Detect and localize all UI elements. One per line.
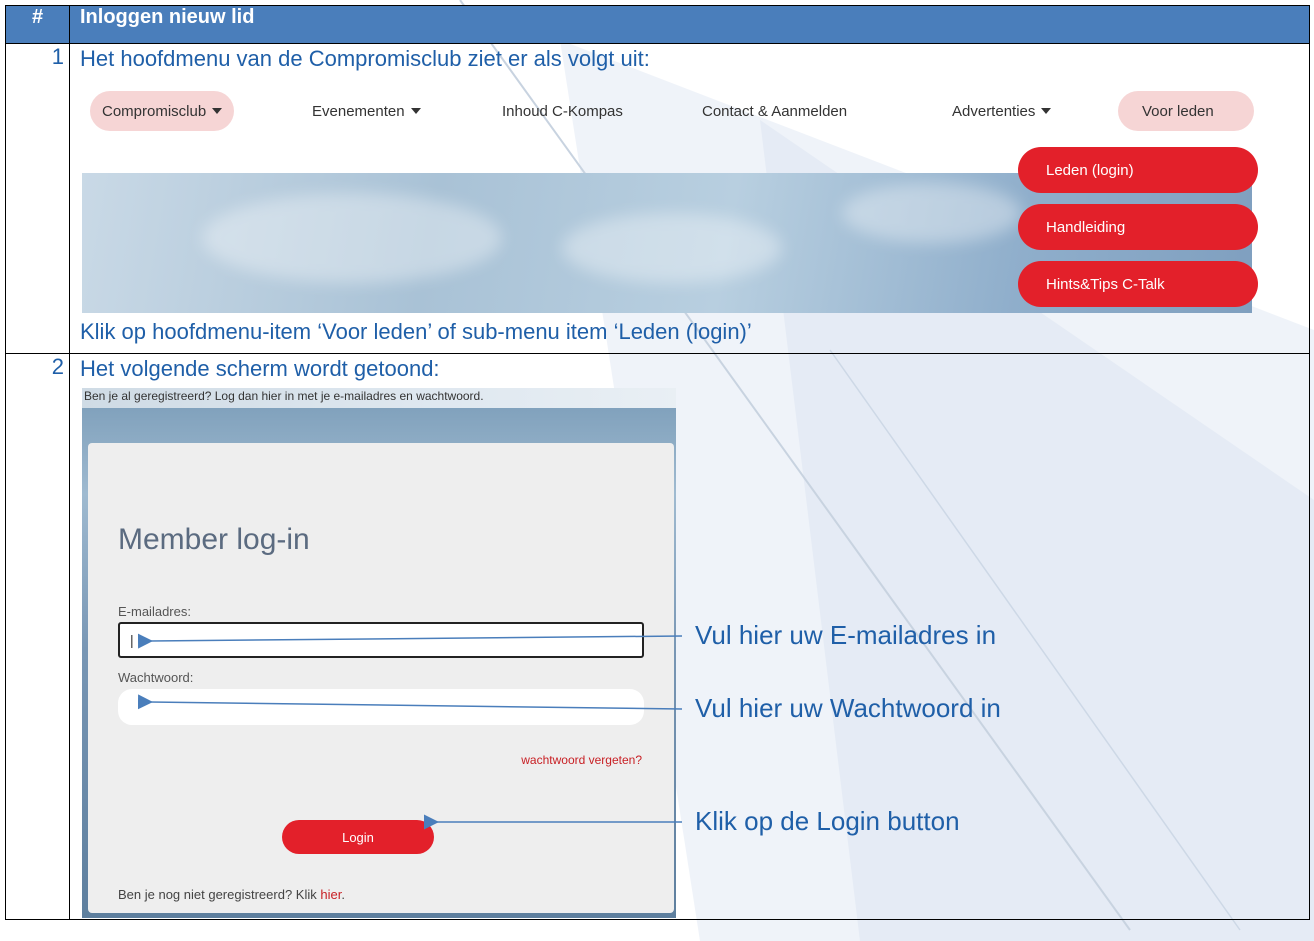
menu-item-label: Inhoud C-Kompas xyxy=(502,102,623,120)
step-row-2: 2 Het volgende scherm wordt getoond: Ben… xyxy=(5,353,1310,920)
step-content: Het hoofdmenu van de Compromisclub ziet … xyxy=(69,43,1310,354)
arrow-email xyxy=(137,633,683,649)
menu-item-inhoud-c-kompas[interactable]: Inhoud C-Kompas xyxy=(490,91,635,131)
annotation-arrows xyxy=(137,633,683,830)
menu-item-label: Evenementen xyxy=(312,102,405,120)
header-number-cell: # xyxy=(5,5,70,44)
menu-item-advertenties[interactable]: Advertenties xyxy=(940,91,1063,131)
step-content: Het volgende scherm wordt getoond: Ben j… xyxy=(69,353,1310,920)
step-number: 2 xyxy=(5,353,70,920)
step-caption: Klik op hoofdmenu-item ‘Voor leden’ of s… xyxy=(80,319,752,344)
submenu-item-leden-login[interactable]: Leden (login) xyxy=(1018,147,1258,193)
step-number: 1 xyxy=(5,43,70,354)
menu-item-compromisclub[interactable]: Compromisclub xyxy=(90,91,235,131)
menu-item-label: Advertenties xyxy=(952,102,1036,120)
menu-item-contact-aanmelden[interactable]: Contact & Aanmelden xyxy=(690,91,859,131)
arrow-password xyxy=(137,694,683,710)
caret-down-icon xyxy=(410,108,421,114)
instruction-table: # Inloggen nieuw lid 1 Het hoofdmenu van… xyxy=(5,5,1310,920)
annotation-email: Vul hier uw E-mailadres in xyxy=(695,620,997,650)
step-row-1: 1 Het hoofdmenu van de Compromisclub zie… xyxy=(5,43,1310,354)
menu-item-evenementen[interactable]: Evenementen xyxy=(300,91,433,131)
menu-item-voor-leden[interactable]: Voor leden xyxy=(1118,91,1254,131)
step-intro: Het hoofdmenu van de Compromisclub ziet … xyxy=(80,46,650,71)
submenu-item-handleiding[interactable]: Handleiding xyxy=(1018,204,1258,250)
menu-item-label: Voor leden xyxy=(1142,102,1214,120)
table-header-row: # Inloggen nieuw lid xyxy=(5,5,1310,44)
voor-leden-submenu: Leden (login) Handleiding Hints&Tips C-T… xyxy=(1018,147,1258,318)
menu-item-label: Contact & Aanmelden xyxy=(702,102,848,120)
annotation-password: Vul hier uw Wachtwoord in xyxy=(695,693,1001,723)
main-menu: Compromisclub Evenementen Inhoud C-Kompa… xyxy=(82,91,1254,131)
caret-down-icon xyxy=(1041,108,1052,114)
annotation-login-button: Klik op de Login button xyxy=(695,806,960,836)
submenu-item-hints-tips[interactable]: Hints&Tips C-Talk xyxy=(1018,261,1258,307)
header-title-cell: Inloggen nieuw lid xyxy=(69,5,1310,44)
menu-item-label: Compromisclub xyxy=(102,102,207,120)
caret-down-icon xyxy=(212,108,223,114)
